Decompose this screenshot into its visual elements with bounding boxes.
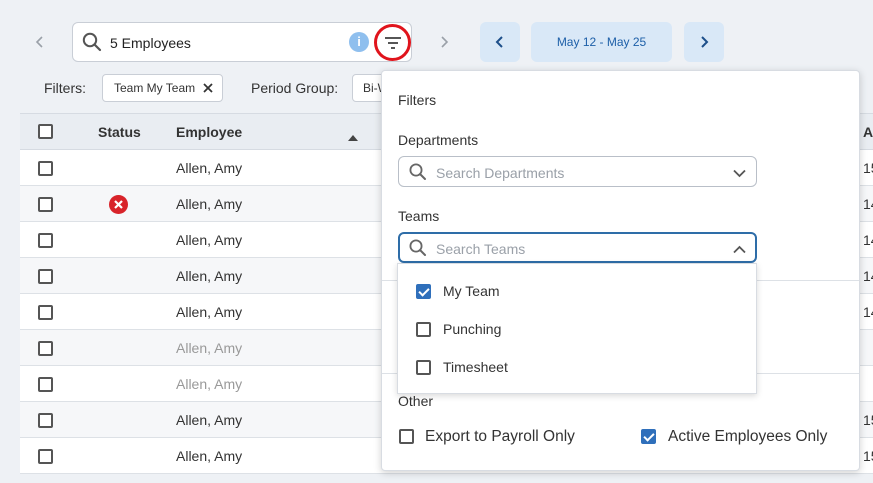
active-employees-label: Active Employees Only [668, 428, 828, 445]
departments-label: Departments [398, 132, 479, 148]
chevron-right-icon [441, 36, 449, 48]
error-icon [109, 195, 128, 214]
chevron-left-icon [35, 36, 43, 48]
team-option-checkbox[interactable] [416, 360, 431, 375]
teams-label: Teams [398, 208, 440, 224]
search-value: 5 Employees [110, 35, 191, 51]
team-option-label: Timesheet [443, 359, 508, 375]
chevron-down-icon[interactable] [733, 165, 746, 183]
export-to-payroll-checkbox[interactable] [399, 429, 414, 444]
employee-column-header[interactable]: Employee [176, 124, 242, 140]
tail-value: 15 [863, 160, 873, 176]
employee-search-box[interactable]: 5 Employees i [72, 22, 412, 62]
tail-column-header[interactable]: A [863, 124, 873, 140]
team-option[interactable]: Punching [398, 310, 756, 348]
team-option[interactable]: My Team [398, 272, 756, 310]
chip-label: Team My Team [114, 81, 196, 95]
row-checkbox[interactable] [38, 269, 53, 284]
filter-button[interactable] [374, 24, 411, 61]
team-option-label: Punching [443, 321, 502, 337]
row-checkbox[interactable] [38, 233, 53, 248]
active-employees-option[interactable]: Active Employees Only [640, 427, 855, 449]
employee-name[interactable]: Allen, Amy [176, 268, 242, 284]
team-option[interactable]: Timesheet [398, 348, 756, 386]
row-checkbox[interactable] [38, 161, 53, 176]
departments-search-input[interactable]: Search Departments [398, 156, 757, 187]
row-checkbox[interactable] [38, 197, 53, 212]
employee-name[interactable]: Allen, Amy [176, 376, 242, 392]
tail-value: 14 [863, 268, 873, 284]
employee-name[interactable]: Allen, Amy [176, 160, 242, 176]
date-range-button[interactable]: May 12 - May 25 [531, 22, 672, 62]
row-checkbox[interactable] [38, 377, 53, 392]
search-icon [408, 238, 428, 263]
active-employees-checkbox[interactable] [641, 429, 656, 444]
employee-name[interactable]: Allen, Amy [176, 448, 242, 464]
team-option-checkbox[interactable] [416, 322, 431, 337]
employee-name[interactable]: Allen, Amy [176, 412, 242, 428]
status-column-header[interactable]: Status [98, 124, 141, 140]
close-icon[interactable] [201, 81, 215, 98]
other-label: Other [398, 393, 434, 409]
filter-icon [384, 36, 401, 49]
next-button[interactable] [426, 24, 462, 60]
export-to-payroll-label: Export to Payroll Only [425, 428, 575, 445]
tail-value: 14 [863, 304, 873, 320]
row-checkbox[interactable] [38, 413, 53, 428]
search-icon [408, 162, 428, 187]
row-checkbox[interactable] [38, 305, 53, 320]
team-filter-chip[interactable]: Team My Team [102, 74, 223, 102]
employee-name[interactable]: Allen, Amy [176, 232, 242, 248]
chevron-right-icon [701, 36, 709, 48]
tail-value: 15 [863, 412, 873, 428]
filters-label: Filters: [44, 80, 86, 96]
panel-title: Filters [398, 92, 437, 108]
teams-search-input[interactable]: Search Teams [398, 232, 757, 263]
previous-button[interactable] [22, 24, 58, 60]
chevron-up-icon[interactable] [733, 241, 746, 259]
employee-name[interactable]: Allen, Amy [176, 340, 242, 356]
date-previous-button[interactable] [480, 22, 520, 62]
row-checkbox[interactable] [38, 341, 53, 356]
team-option-label: My Team [443, 283, 500, 299]
teams-dropdown-list: My Team Punching Timesheet [397, 263, 757, 394]
search-icon [81, 31, 103, 58]
sort-ascending-icon[interactable] [348, 128, 358, 146]
chevron-left-icon [495, 36, 503, 48]
tail-value: 14 [863, 232, 873, 248]
team-option-checkbox[interactable] [416, 284, 431, 299]
tail-value: 14 [863, 196, 873, 212]
employee-name[interactable]: Allen, Amy [176, 304, 242, 320]
tail-value: 15 [863, 448, 873, 464]
row-checkbox[interactable] [38, 449, 53, 464]
info-icon[interactable]: i [349, 32, 369, 52]
date-next-button[interactable] [684, 22, 724, 62]
export-to-payroll-option[interactable]: Export to Payroll Only [398, 427, 598, 449]
departments-placeholder: Search Departments [436, 165, 565, 181]
select-all-checkbox[interactable] [38, 124, 53, 139]
period-group-label: Period Group: [251, 80, 339, 96]
teams-placeholder: Search Teams [436, 241, 526, 257]
employee-name[interactable]: Allen, Amy [176, 196, 242, 212]
